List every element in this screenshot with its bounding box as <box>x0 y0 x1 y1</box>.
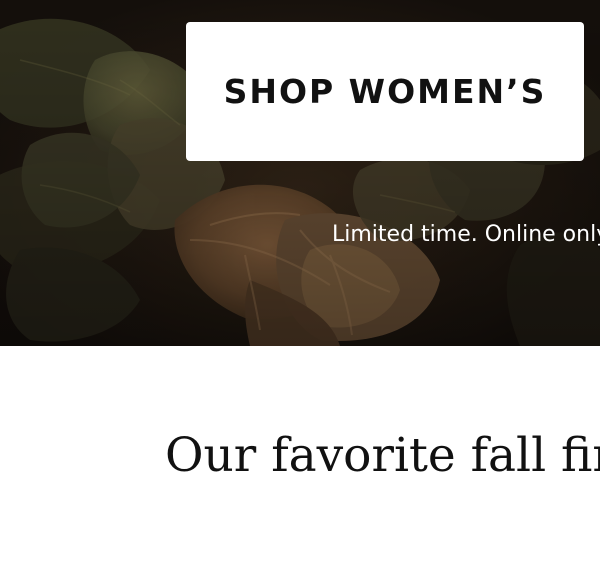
shop-womens-button[interactable]: SHOP WOMEN’S <box>186 22 584 161</box>
hero-banner: SHOP WOMEN’S Limited time. Online only. <box>0 0 600 346</box>
section-heading-container: Our favorite fall finds <box>165 420 600 492</box>
shop-womens-button-label: SHOP WOMEN’S <box>223 72 547 111</box>
section-heading: Our favorite fall finds <box>165 428 600 483</box>
page: SHOP WOMEN’S Limited time. Online only. … <box>0 0 600 566</box>
promo-text-container: Limited time. Online only. <box>332 218 600 252</box>
promo-text: Limited time. Online only. <box>332 222 600 247</box>
